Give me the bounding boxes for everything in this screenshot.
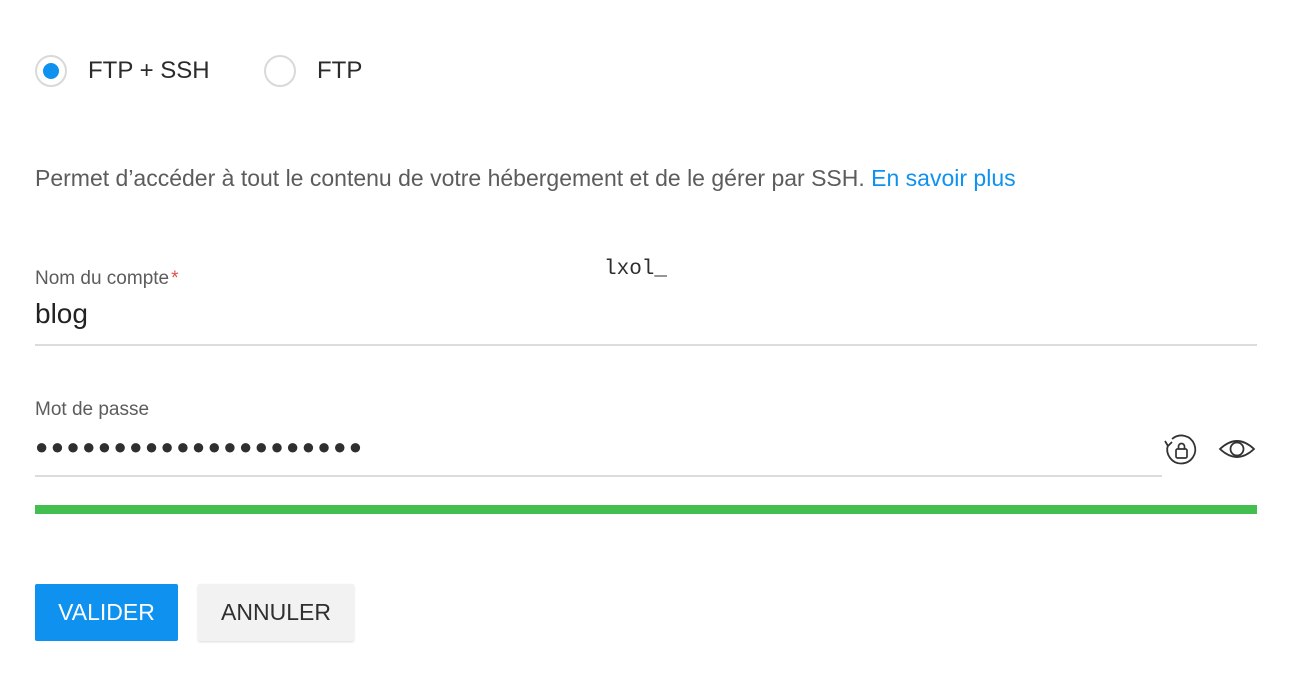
radio-ftp-ssh[interactable]: FTP + SSH [35, 54, 210, 88]
radio-label-ftp: FTP [317, 57, 363, 84]
eye-icon[interactable] [1218, 434, 1256, 464]
password-underline [35, 475, 1162, 477]
learn-more-link[interactable]: En savoir plus [871, 165, 1015, 191]
account-prefix: lxol_ [604, 258, 668, 281]
account-name-label-text: Nom du compte [35, 268, 170, 289]
cancel-button[interactable]: ANNULER [198, 584, 354, 641]
password-input[interactable]: ●●●●●●●●●●●●●●●●●●●●● [35, 434, 364, 460]
password-strength-bar [35, 505, 1257, 514]
required-asterisk: * [171, 268, 179, 289]
account-name-underline [35, 344, 1257, 346]
refresh-lock-icon[interactable] [1162, 432, 1200, 468]
radio-ftp[interactable]: FTP [264, 54, 362, 88]
account-name-label: Nom du compte * [35, 268, 179, 290]
ftp-account-form: FTP + SSH FTP Permet d’accéder à tout le… [0, 0, 1292, 675]
password-strength-fill [35, 505, 1257, 514]
radio-button-ftp-ssh[interactable] [35, 55, 67, 87]
account-name-input[interactable]: blog [35, 298, 88, 330]
radio-selected-dot [43, 63, 59, 79]
connection-description: Permet d’accéder à tout le contenu de vo… [35, 165, 1016, 192]
radio-label-ftp-ssh: FTP + SSH [88, 57, 210, 84]
radio-button-ftp[interactable] [264, 55, 296, 87]
validate-button[interactable]: VALIDER [35, 584, 178, 641]
password-label: Mot de passe [35, 399, 150, 420]
description-text: Permet d’accéder à tout le contenu de vo… [35, 165, 865, 191]
